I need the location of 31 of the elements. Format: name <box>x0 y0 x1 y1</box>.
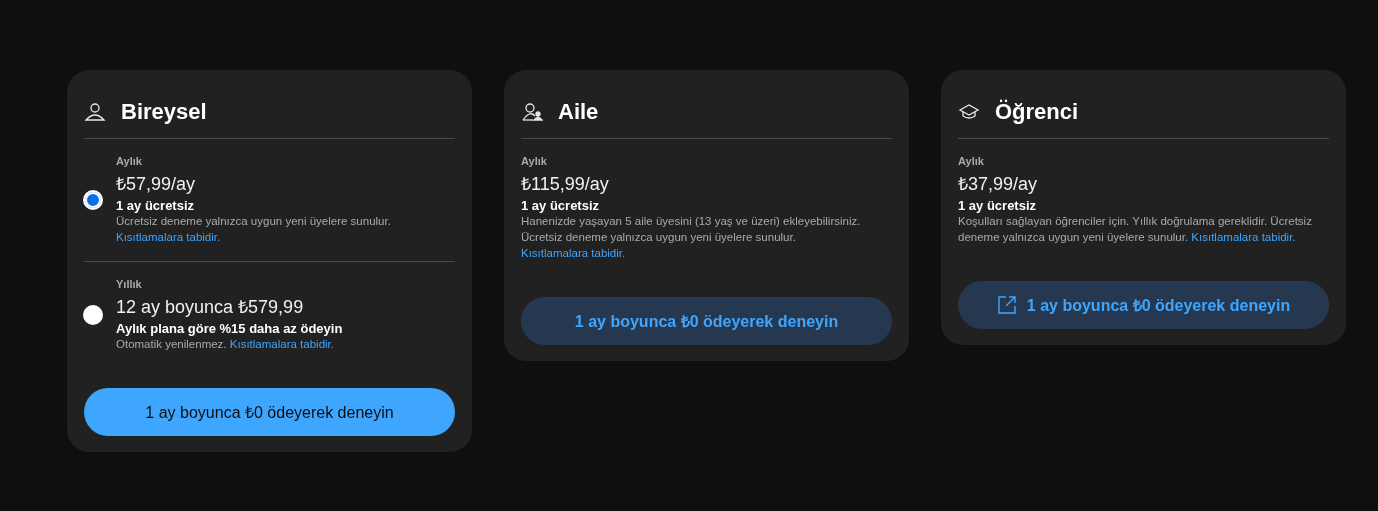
restrictions-link[interactable]: Kısıtlamalara tabidir. <box>116 231 221 243</box>
plan-note: Koşulları sağlayan öğrenciler için. Yıllık doğrulama gereklidir. Ücretsiz deneme yalnızca uygun yeni üyelere sunulur. Kısıtlamalara tabidir. <box>958 214 1313 245</box>
period-label: Aylık <box>521 155 547 167</box>
external-link-icon <box>996 295 1017 315</box>
trial-button[interactable]: 1 ay boyunca ₺0 ödeyerek deneyin <box>958 281 1329 329</box>
radio-button[interactable] <box>83 305 103 325</box>
price: ₺115,99/ay <box>521 173 609 195</box>
period-label: Yıllık <box>116 278 142 290</box>
trial-button[interactable]: 1 ay boyunca ₺0 ödeyerek deneyin <box>84 388 455 436</box>
person-icon <box>84 101 106 123</box>
plan-title: Bireysel <box>121 99 207 125</box>
restrictions-link[interactable]: Kısıtlamalara tabidir. <box>1191 231 1296 243</box>
period-label: Aylık <box>958 155 984 167</box>
offer-headline: 1 ay ücretsiz <box>116 198 195 213</box>
plan-title: Öğrenci <box>995 99 1079 125</box>
plan-note: Ücretsiz deneme yalnızca uygun yeni üyelere sunulur. Kısıtlamalara tabidir. <box>116 214 392 245</box>
radio-button[interactable] <box>83 190 103 210</box>
offer-headline: Aylık plana göre %15 daha az ödeyin <box>116 321 343 336</box>
people-icon <box>521 101 543 123</box>
restrictions-link[interactable]: Kısıtlamalara tabidir. <box>229 338 334 350</box>
price: 12 ay boyunca ₺579,99 <box>116 296 304 318</box>
restrictions-link[interactable]: Kısıtlamalara tabidir. <box>521 247 626 259</box>
plan-note: Otomatik yenilenmez. Kısıtlamalara tabidir. <box>116 337 334 352</box>
period-label: Aylık <box>116 155 142 167</box>
price: ₺37,99/ay <box>958 173 1038 195</box>
offer-headline: 1 ay ücretsiz <box>958 198 1037 213</box>
plan-title: Aile <box>558 99 599 125</box>
offer-headline: 1 ay ücretsiz <box>521 198 600 213</box>
plan-note: Hanenizde yaşayan 5 aile üyesini (13 yaş ve üzeri) ekleyebilirsiniz. Ücretsiz deneme yalnızca uygun yeni üyelere sunulur. Kısıtlamalara tabidir. <box>521 214 862 261</box>
price: ₺57,99/ay <box>116 173 196 195</box>
trial-button[interactable]: 1 ay boyunca ₺0 ödeyerek deneyin <box>521 297 892 345</box>
